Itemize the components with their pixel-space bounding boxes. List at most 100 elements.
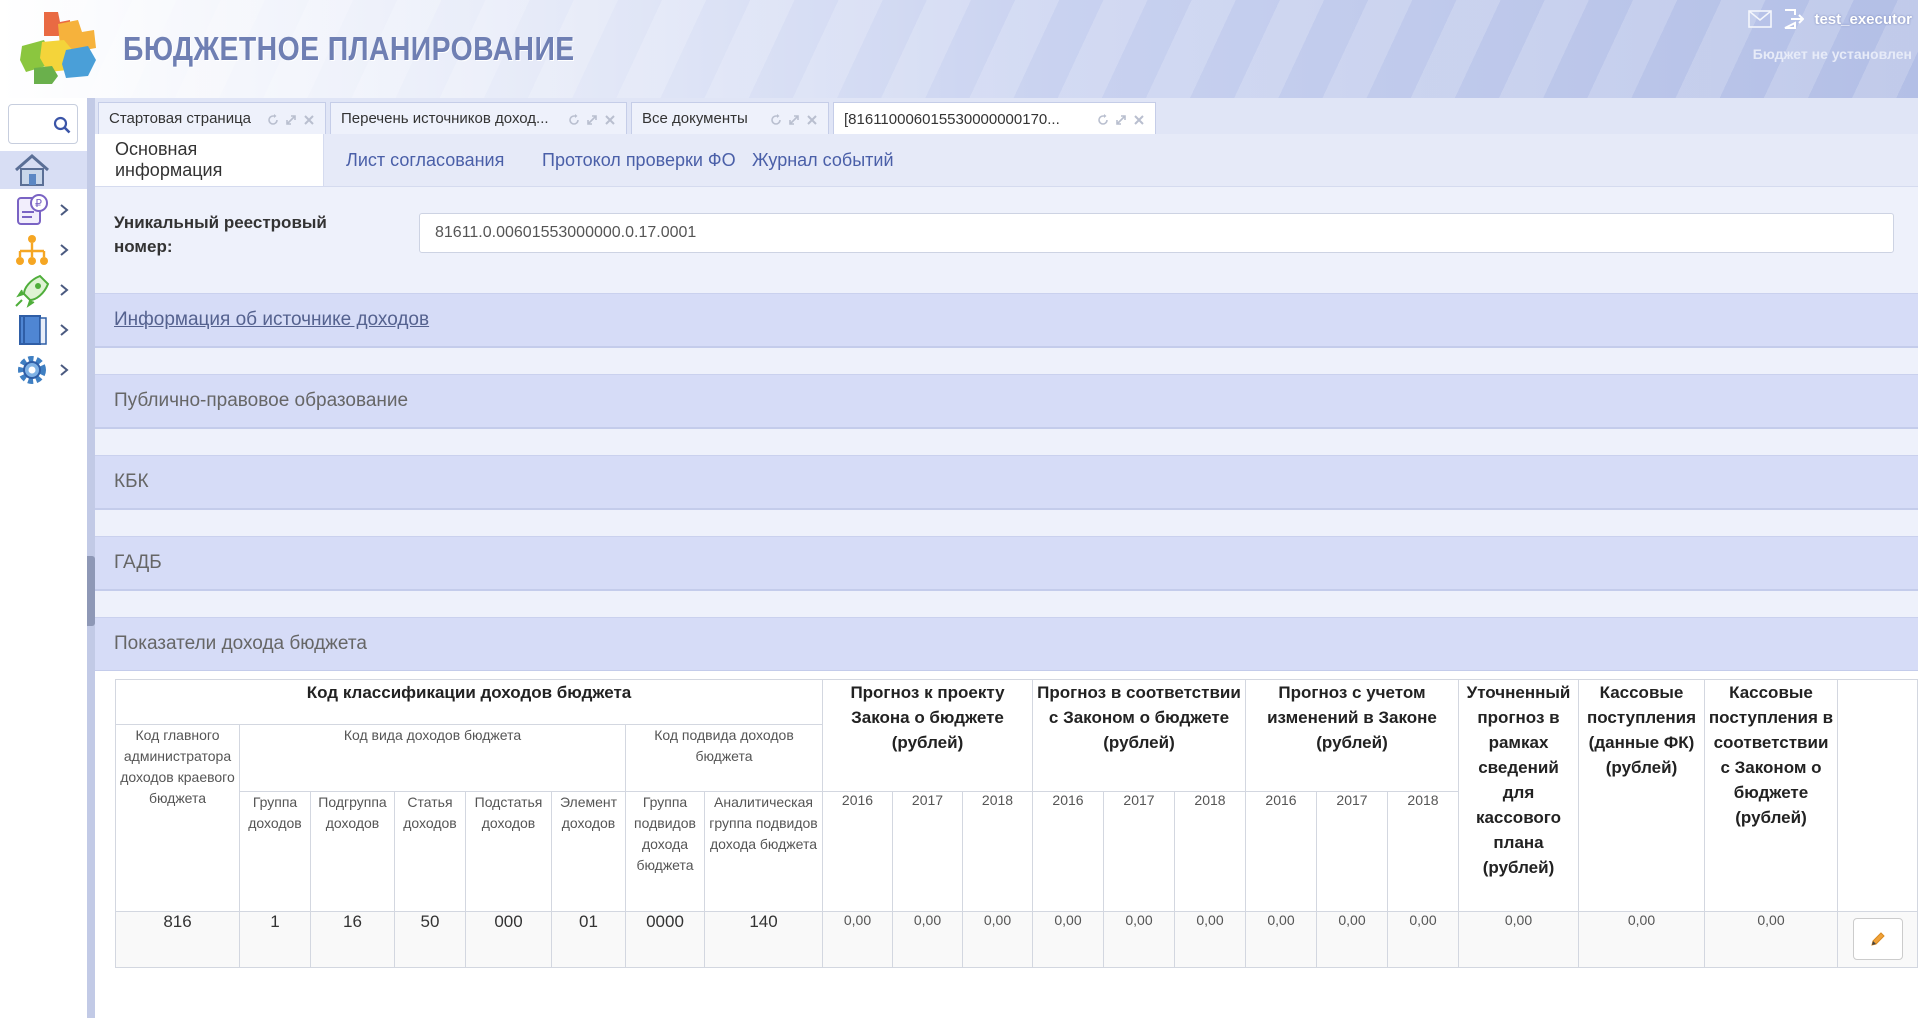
header-subgroup: Подгруппа доходов bbox=[310, 791, 395, 912]
nav-item-home[interactable] bbox=[0, 151, 87, 189]
header-year: 2016 bbox=[1032, 791, 1104, 912]
header-year: 2017 bbox=[1316, 791, 1388, 912]
tab-all-documents[interactable]: Все документы bbox=[631, 102, 829, 134]
refresh-icon[interactable] bbox=[267, 113, 279, 125]
sidebar-collapse-handle[interactable] bbox=[87, 556, 95, 626]
nav-item-finance[interactable]: ₽ bbox=[0, 191, 87, 229]
cell-forecast-project-2018: 0,00 bbox=[962, 911, 1033, 968]
header-forecast-project: Прогноз к проекту Закона о бюджете (рубл… bbox=[822, 679, 1033, 792]
expand-icon[interactable] bbox=[1115, 113, 1127, 125]
close-icon[interactable] bbox=[806, 113, 818, 125]
cell-forecast-law-2017: 0,00 bbox=[1103, 911, 1175, 968]
cell-refined: 0,00 bbox=[1458, 911, 1579, 968]
search-icon[interactable] bbox=[53, 116, 71, 134]
chevron-right-icon bbox=[60, 284, 69, 296]
gear-icon bbox=[18, 356, 46, 384]
cell-actions bbox=[1837, 911, 1918, 968]
refresh-icon[interactable] bbox=[568, 113, 580, 125]
header-kbk: Код классификации доходов бюджета bbox=[115, 679, 823, 725]
nav-item-structure[interactable] bbox=[0, 231, 87, 269]
username-link[interactable]: test_executor bbox=[1814, 11, 1912, 28]
expand-icon[interactable] bbox=[285, 113, 297, 125]
nav-item-projects[interactable] bbox=[0, 271, 87, 309]
logout-icon[interactable] bbox=[1782, 8, 1805, 30]
edit-button[interactable] bbox=[1852, 918, 1903, 960]
header-year: 2017 bbox=[1103, 791, 1175, 912]
header-income-subtype-code: Код подвида доходов бюджета bbox=[625, 724, 823, 792]
header-element: Элемент доходов bbox=[551, 791, 626, 912]
cell-forecast-changes-2016: 0,00 bbox=[1245, 911, 1317, 968]
close-icon[interactable] bbox=[1133, 113, 1145, 125]
chevron-right-icon bbox=[60, 244, 69, 256]
header-cash-fk: Кассовые поступления (данные ФК) (рублей… bbox=[1578, 679, 1705, 912]
sidebar-search-input[interactable] bbox=[8, 104, 78, 144]
hierarchy-icon bbox=[16, 235, 48, 265]
cell-cash-fk: 0,00 bbox=[1578, 911, 1705, 968]
header-year: 2016 bbox=[1245, 791, 1317, 912]
document-tabs: Стартовая страница Перечень источников д… bbox=[95, 98, 1918, 135]
tab-event-log[interactable]: Журнал событий bbox=[732, 134, 914, 186]
rocket-icon bbox=[15, 274, 50, 308]
chevron-right-icon bbox=[60, 204, 69, 216]
cell-forecast-law-2018: 0,00 bbox=[1174, 911, 1246, 968]
left-sidebar: ₽ bbox=[0, 98, 88, 1018]
header-year: 2018 bbox=[1387, 791, 1459, 912]
cell-cash-law: 0,00 bbox=[1704, 911, 1838, 968]
cell-forecast-changes-2018: 0,00 bbox=[1387, 911, 1459, 968]
inner-tabs: Основная информация Лист согласования Пр… bbox=[95, 134, 1918, 187]
chevron-right-icon bbox=[60, 364, 69, 376]
registry-number-label: Уникальный реестровый номер: bbox=[114, 213, 327, 256]
nav-item-settings[interactable] bbox=[0, 351, 87, 389]
header-year: 2018 bbox=[1174, 791, 1246, 912]
section-income-indicators[interactable]: Показатели дохода бюджета bbox=[95, 617, 1918, 672]
cell-forecast-project-2016: 0,00 bbox=[822, 911, 893, 968]
header-year: 2016 bbox=[822, 791, 893, 912]
nav-item-reference[interactable] bbox=[0, 311, 87, 349]
tab-start-page[interactable]: Стартовая страница bbox=[98, 102, 326, 134]
svg-text:₽: ₽ bbox=[35, 197, 42, 210]
header-subtype-group: Группа подвидов дохода бюджета bbox=[625, 791, 705, 912]
header-subarticle: Подстатья доходов bbox=[465, 791, 552, 912]
tab-income-sources-list[interactable]: Перечень источников доход... bbox=[330, 102, 627, 134]
header-admin-code: Код главного администратора доходов крае… bbox=[115, 724, 240, 912]
budget-status: Бюджет не установлен bbox=[1752, 46, 1912, 62]
close-icon[interactable] bbox=[604, 113, 616, 125]
header-income-type-code: Код вида доходов бюджета bbox=[239, 724, 626, 792]
header-analytic-group: Аналитическая группа подвидов дохода бюд… bbox=[704, 791, 823, 912]
book-icon bbox=[19, 315, 47, 345]
scroll-money-icon: ₽ bbox=[17, 194, 48, 225]
expand-icon[interactable] bbox=[586, 113, 598, 125]
header-refined-forecast: Уточненный прогноз в рамках сведений для… bbox=[1458, 679, 1579, 912]
tab-fo-check-protocol[interactable]: Протокол проверки ФО bbox=[522, 134, 756, 186]
close-icon[interactable] bbox=[303, 113, 315, 125]
tab-approval-sheet[interactable]: Лист согласования bbox=[326, 134, 524, 186]
header-forecast-changes: Прогноз с учетом изменений в Законе (руб… bbox=[1245, 679, 1459, 792]
header-forecast-law: Прогноз в соответствии с Законом о бюдже… bbox=[1032, 679, 1246, 792]
table-row[interactable]: 816 1 16 50 000 01 0000 140 0,00 0,00 0,… bbox=[115, 911, 1918, 968]
cell-subgroup: 16 bbox=[310, 911, 395, 968]
mail-icon[interactable] bbox=[1748, 10, 1773, 28]
section-gadb[interactable]: ГАДБ bbox=[95, 536, 1918, 591]
section-public-legal-entity[interactable]: Публично-правовое образование bbox=[95, 374, 1918, 429]
section-income-source-info[interactable]: Информация об источнике доходов bbox=[95, 293, 1918, 348]
tab-current-document[interactable]: [816110006015530000000170... bbox=[833, 102, 1156, 135]
cell-analytic: 140 bbox=[704, 911, 823, 968]
cell-forecast-law-2016: 0,00 bbox=[1032, 911, 1104, 968]
pencil-icon bbox=[1870, 932, 1885, 946]
cell-subtype-group: 0000 bbox=[625, 911, 705, 968]
app-title: БЮДЖЕТНОЕ ПЛАНИРОВАНИЕ bbox=[123, 30, 575, 67]
header-article: Статья доходов bbox=[394, 791, 466, 912]
expand-icon[interactable] bbox=[788, 113, 800, 125]
app-header: БЮДЖЕТНОЕ ПЛАНИРОВАНИЕ test_executor Бюд… bbox=[0, 0, 1918, 98]
cell-group: 1 bbox=[239, 911, 311, 968]
cell-element: 01 bbox=[551, 911, 626, 968]
refresh-icon[interactable] bbox=[770, 113, 782, 125]
puzzle-logo-icon bbox=[20, 12, 96, 84]
tab-main-info[interactable]: Основная информация bbox=[95, 134, 324, 186]
registry-number-field[interactable]: 81611.0.00601553000000.0.17.0001 bbox=[419, 213, 1894, 253]
refresh-icon[interactable] bbox=[1097, 113, 1109, 125]
user-area: test_executor Бюджет не установлен bbox=[1748, 8, 1912, 62]
section-kbk[interactable]: КБК bbox=[95, 455, 1918, 510]
cell-forecast-project-2017: 0,00 bbox=[892, 911, 963, 968]
header-cash-law: Кассовые поступления в соответствии с За… bbox=[1704, 679, 1838, 912]
